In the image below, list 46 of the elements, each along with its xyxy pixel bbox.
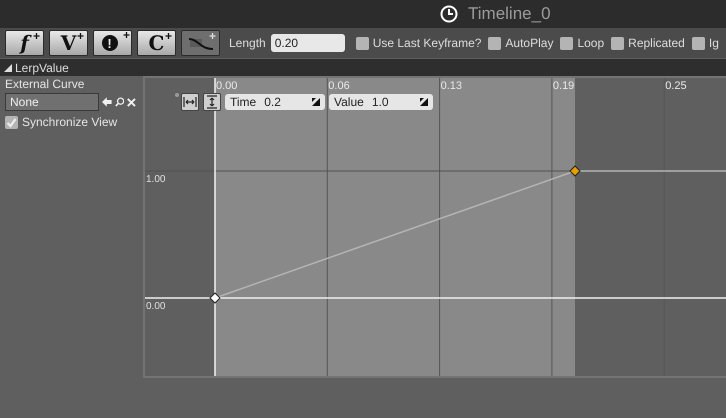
checkbox[interactable]: [488, 36, 502, 50]
track-name: LerpValue: [15, 60, 69, 74]
checkbox-label: Synchronize View: [22, 115, 118, 129]
window-title: Timeline_0: [468, 4, 551, 24]
time-label: 0.13: [440, 80, 462, 92]
add-button[interactable]: f +: [5, 30, 44, 56]
close-icon[interactable]: [127, 96, 136, 108]
value-label: 1.00: [146, 174, 166, 185]
keyframe-marker[interactable]: [209, 292, 221, 304]
keyframe-marker[interactable]: [569, 165, 581, 177]
add-button[interactable]: ! +: [93, 30, 132, 56]
checkbox-label: Use Last Keyframe?: [372, 36, 482, 50]
curve-icon: [188, 35, 214, 51]
time-label: 0.25: [665, 80, 687, 92]
value-label: 0.00: [146, 301, 166, 312]
checkbox-label: Loop: [577, 36, 604, 50]
time-label: 0.00: [216, 80, 238, 92]
search-icon[interactable]: [114, 96, 124, 108]
key-field[interactable]: Value 1.0: [329, 94, 433, 110]
arrow-left-icon[interactable]: [102, 96, 112, 108]
resize-icon: [312, 98, 320, 106]
external-curve-label: External Curve: [5, 77, 86, 91]
curve-graph[interactable]: 0.00 0.06 0.13 0.19 0.25 1.00 0.00 Time 0.2 Value 1.0: [143, 76, 726, 378]
fit-vertical-button[interactable]: [203, 93, 221, 111]
length-label: Length: [229, 36, 266, 50]
time-label: 0.19: [552, 80, 574, 92]
curve-asset-field[interactable]: None: [5, 93, 99, 111]
add-button[interactable]: C+: [137, 30, 176, 56]
clock-icon: [440, 5, 458, 23]
dot-icon: [175, 93, 179, 97]
length-field[interactable]: 0.20: [270, 34, 345, 52]
checkbox[interactable]: [560, 36, 574, 50]
fit-horizontal-button[interactable]: [181, 93, 199, 111]
checkbox-label: Ig: [708, 36, 719, 50]
checkbox[interactable]: [611, 36, 624, 50]
checkbox[interactable]: [5, 116, 18, 128]
collapse-arrow-icon[interactable]: [4, 64, 12, 72]
checkbox[interactable]: [692, 36, 705, 50]
checkbox[interactable]: [356, 36, 369, 50]
checkbox-label: AutoPlay: [505, 36, 554, 50]
time-label: 0.06: [328, 80, 350, 92]
resize-icon: [420, 98, 428, 106]
key-field[interactable]: Time 0.2: [225, 94, 325, 110]
add-button[interactable]: V+: [49, 30, 88, 56]
add-button[interactable]: +: [181, 30, 220, 56]
checkbox-label: Replicated: [628, 36, 685, 50]
